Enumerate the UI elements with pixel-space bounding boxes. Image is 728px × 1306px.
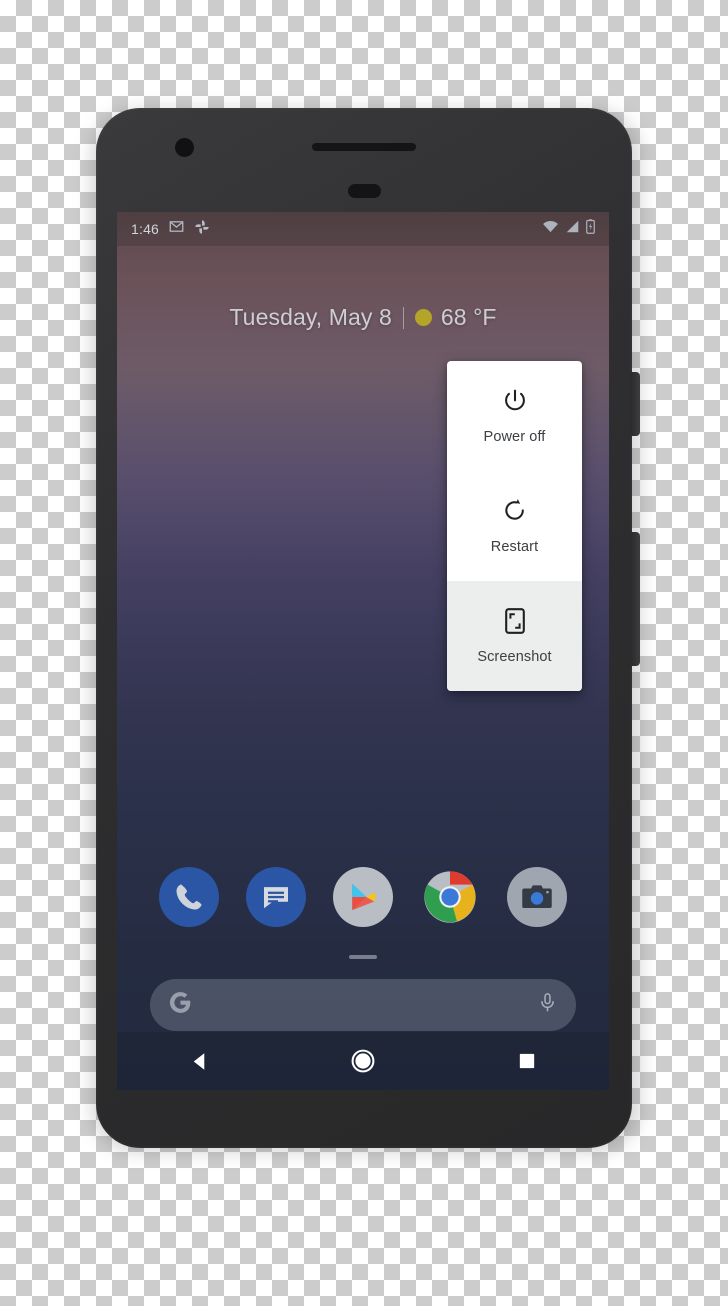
restart-icon: [502, 498, 528, 524]
sunny-icon: [414, 309, 432, 326]
play-store-icon: [352, 883, 376, 911]
status-bar-clock: 1:46: [131, 221, 160, 237]
back-button[interactable]: [167, 1039, 231, 1083]
status-bar[interactable]: 1:46: [117, 212, 609, 246]
back-triangle-icon: [193, 1052, 204, 1070]
date-weather-widget[interactable]: Tuesday, May 8 68 °F: [117, 304, 609, 331]
camera-icon: [522, 885, 552, 909]
status-bar-left: 1:46: [131, 219, 210, 240]
camera-app[interactable]: [507, 867, 567, 927]
power-icon: [502, 388, 528, 414]
recents-square-icon: [519, 1053, 535, 1069]
front-camera-icon: [175, 138, 194, 157]
google-photos-icon: [194, 219, 210, 240]
recents-button[interactable]: [495, 1039, 559, 1083]
widget-date-text: Tuesday, May 8: [229, 304, 392, 330]
messages-app[interactable]: [246, 867, 306, 927]
power-menu-card: Power off Restart Screenshot: [447, 361, 582, 691]
navigation-bar: [117, 1032, 609, 1090]
proximity-sensor-icon: [348, 184, 381, 198]
google-g-icon: [168, 990, 193, 1020]
chrome-app[interactable]: [420, 867, 480, 927]
widget-temperature-text: 68 °F: [440, 304, 497, 330]
google-search-bar[interactable]: [150, 979, 576, 1031]
power-off-menu-item[interactable]: Power off: [447, 361, 582, 471]
widget-separator: [402, 306, 404, 329]
home-button[interactable]: [331, 1039, 395, 1083]
screenshot-icon: [503, 607, 527, 634]
phone-screen: 1:46 Tuesday, May 8 68 °F Power off Rest…: [117, 212, 609, 1090]
wifi-icon: [542, 220, 559, 238]
power-off-label: Power off: [483, 428, 546, 445]
volume-rocker-button[interactable]: [630, 532, 640, 666]
cell-signal-icon: [565, 220, 580, 238]
app-dock: [117, 867, 609, 927]
screenshot-label: Screenshot: [477, 648, 552, 665]
screenshot-canvas: 1:46 Tuesday, May 8 68 °F Power off Rest…: [0, 0, 728, 1306]
home-page-indicator[interactable]: [349, 955, 377, 959]
microphone-icon[interactable]: [537, 992, 558, 1018]
screenshot-menu-item[interactable]: Screenshot: [447, 581, 582, 691]
gmail-icon: [169, 219, 184, 239]
chrome-icon: [424, 871, 476, 923]
phone-icon: [176, 884, 202, 910]
play-store-app[interactable]: [333, 867, 393, 927]
power-side-button[interactable]: [630, 372, 640, 436]
phone-app[interactable]: [159, 867, 219, 927]
restart-menu-item[interactable]: Restart: [447, 471, 582, 581]
home-circle-icon: [351, 1049, 375, 1073]
earpiece-speaker-grille: [312, 143, 416, 151]
status-bar-right: [542, 219, 595, 239]
messages-icon: [264, 887, 288, 909]
battery-charging-icon: [586, 219, 595, 239]
restart-label: Restart: [490, 538, 539, 555]
